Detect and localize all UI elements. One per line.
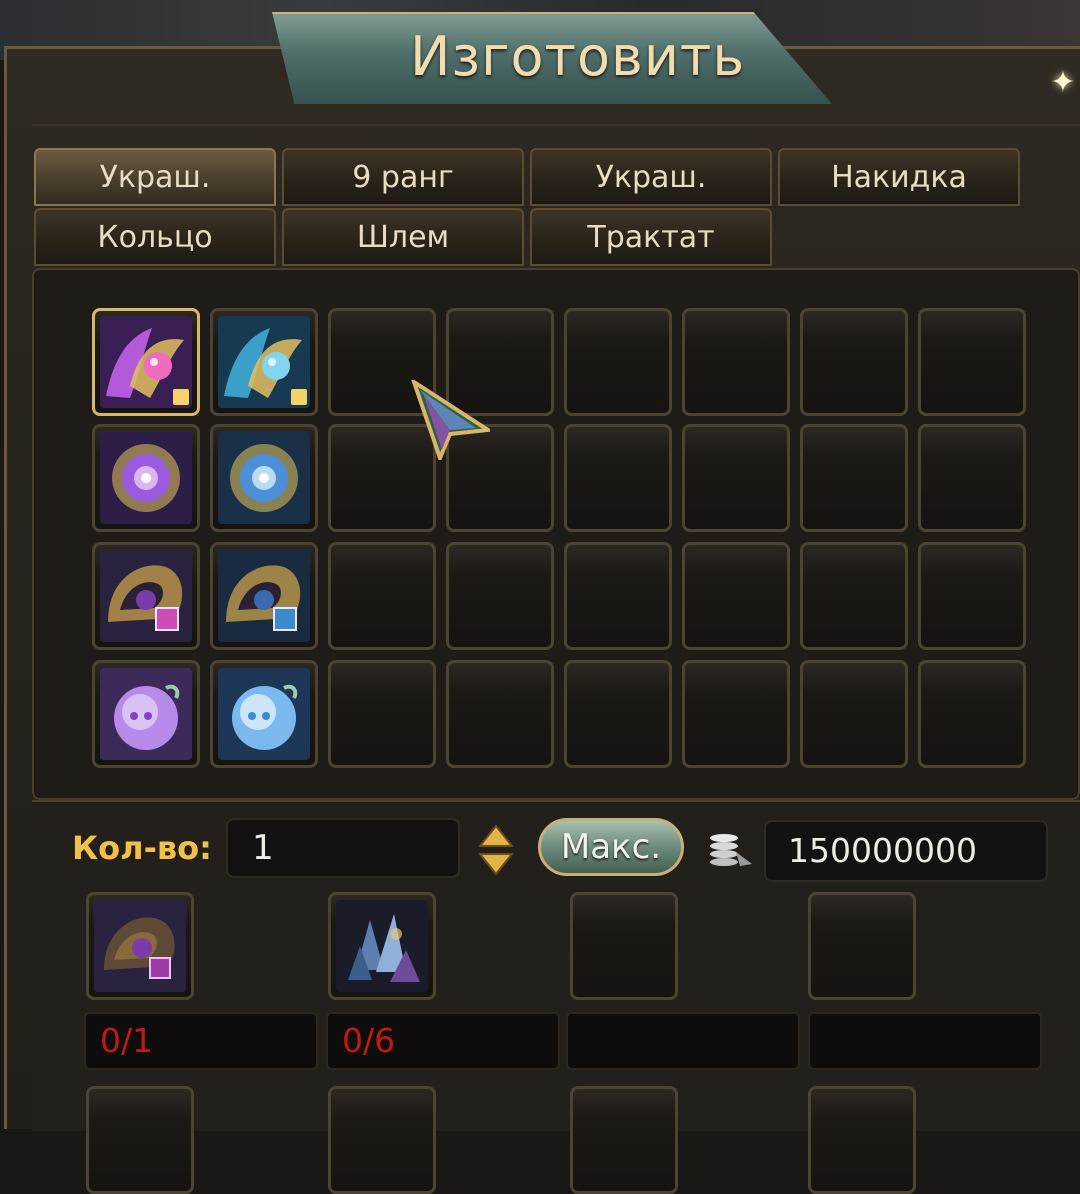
star-badge-icon (291, 389, 307, 405)
material-slot-8[interactable] (808, 1086, 916, 1194)
recipe-slot[interactable] (800, 308, 908, 416)
silver-coins-icon (710, 834, 752, 866)
recipe-slot[interactable] (92, 308, 200, 416)
material-count-1: 0/1 (84, 1012, 318, 1070)
material-count-3 (566, 1012, 800, 1070)
window-title: Изготовить (410, 25, 746, 88)
material-count-4 (808, 1012, 1042, 1070)
material-slot-3[interactable] (570, 892, 678, 1000)
recipe-slot[interactable] (564, 424, 672, 532)
recipe-slot[interactable] (564, 660, 672, 768)
recipe-slot[interactable] (210, 424, 318, 532)
pointer-cursor-icon (411, 380, 490, 460)
star-badge-icon (173, 389, 189, 405)
recipe-slot[interactable] (328, 660, 436, 768)
recipe-slot[interactable] (92, 424, 200, 532)
recipe-slot[interactable] (210, 660, 318, 768)
tab-ukrash-2[interactable]: Украш. (530, 148, 772, 206)
material-slot-1[interactable] (86, 892, 194, 1000)
tab-cloak[interactable]: Накидка (778, 148, 1020, 206)
recipe-slot[interactable] (564, 308, 672, 416)
material-count-2: 0/6 (326, 1012, 560, 1070)
material-slot-2[interactable] (328, 892, 436, 1000)
recipe-slot[interactable] (682, 424, 790, 532)
material-slot-6[interactable] (328, 1086, 436, 1194)
recipe-slot[interactable] (682, 542, 790, 650)
purple-gold-crest-icon (94, 900, 186, 992)
material-slot-7[interactable] (570, 1086, 678, 1194)
recipe-slot[interactable] (564, 542, 672, 650)
recipe-slot[interactable] (682, 308, 790, 416)
recipe-slot[interactable] (918, 660, 1026, 768)
recipe-slot[interactable] (918, 308, 1026, 416)
recipe-slot[interactable] (446, 542, 554, 650)
tab-rank-9[interactable]: 9 ранг (282, 148, 524, 206)
recipe-slot[interactable] (682, 660, 790, 768)
purple-orb-icon (100, 432, 192, 524)
recipe-slot[interactable] (800, 424, 908, 532)
cost-display: 150000000 (764, 820, 1048, 882)
blue-spirit-pearl-icon (218, 668, 310, 760)
recipe-slot[interactable] (210, 308, 318, 416)
blue-orb-icon (218, 432, 310, 524)
tab-helmet[interactable]: Шлем (282, 208, 524, 266)
tab-treatise[interactable]: Трактат (530, 208, 772, 266)
recipe-slot[interactable] (92, 542, 200, 650)
max-button[interactable]: Макс. (538, 818, 684, 876)
recipe-slot[interactable] (446, 660, 554, 768)
tab-ukrash-1[interactable]: Украш. (34, 148, 276, 206)
material-slot-4[interactable] (808, 892, 916, 1000)
recipe-slot[interactable] (800, 542, 908, 650)
purple-spirit-pearl-icon (100, 668, 192, 760)
blue-gold-crest-icon (218, 550, 310, 642)
quantity-label: Кол-во: (72, 829, 212, 867)
quantity-input[interactable]: 1 (226, 818, 460, 878)
recipe-slot[interactable] (918, 542, 1026, 650)
tab-ring[interactable]: Кольцо (34, 208, 276, 266)
material-slot-5[interactable] (86, 1086, 194, 1194)
crystal-cluster-icon (336, 900, 428, 992)
close-icon[interactable]: ✦ (1048, 68, 1078, 98)
recipe-slot[interactable] (918, 424, 1026, 532)
recipe-slot[interactable] (800, 660, 908, 768)
recipe-slot[interactable] (328, 542, 436, 650)
recipe-slot[interactable] (210, 542, 318, 650)
quantity-stepper[interactable] (476, 822, 516, 878)
recipe-slot[interactable] (92, 660, 200, 768)
purple-gold-crest-icon (100, 550, 192, 642)
